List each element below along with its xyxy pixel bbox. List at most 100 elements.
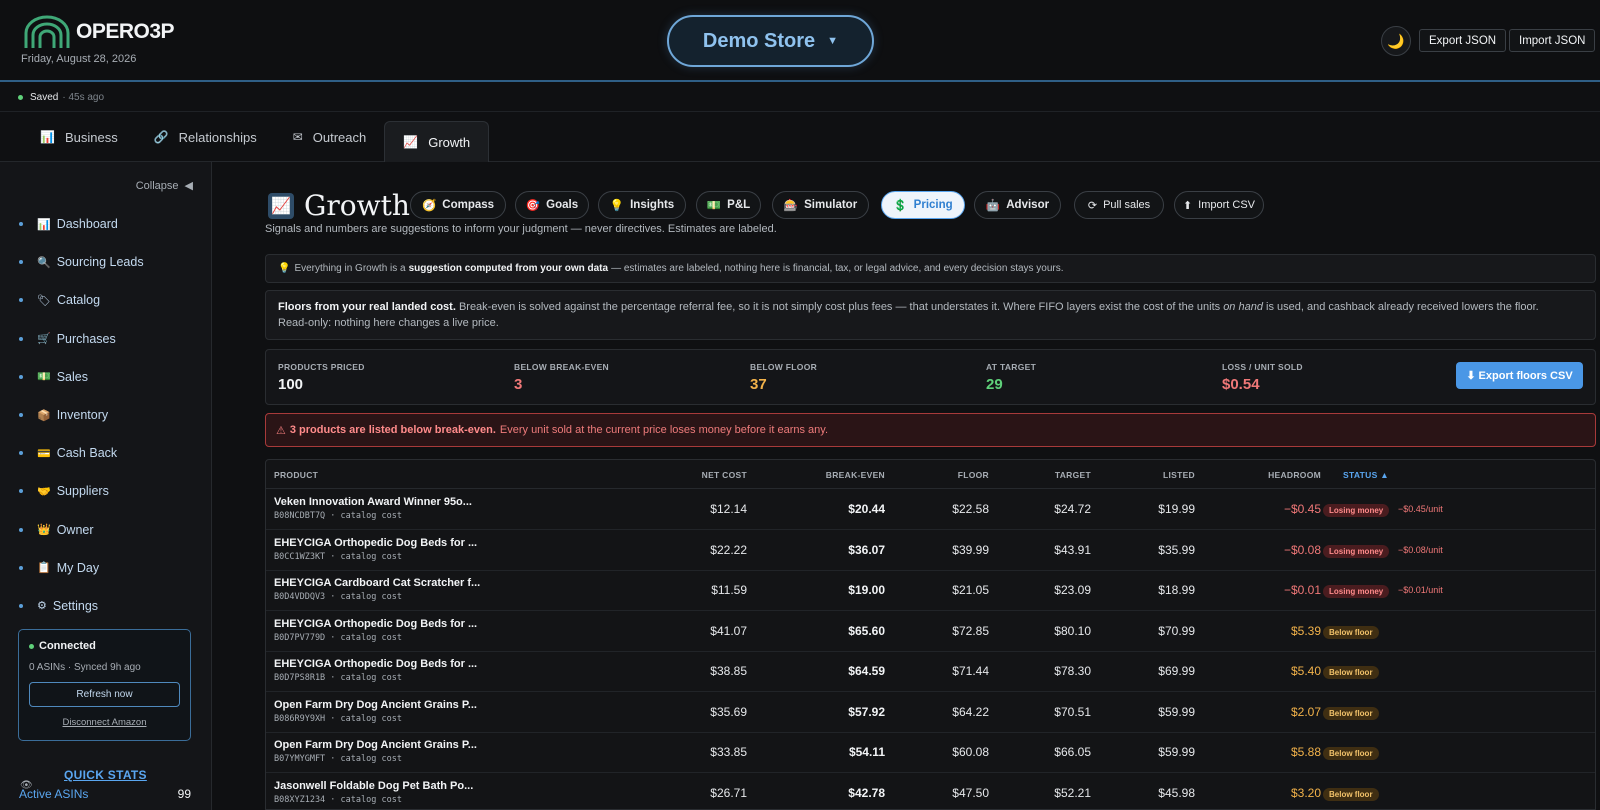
sidebar-item-sales[interactable]: 💵 Sales: [19, 358, 144, 396]
import-csv-button[interactable]: ⬆ Import CSV: [1174, 191, 1264, 219]
handshake-icon: 🤝: [37, 485, 51, 498]
sidebar-item-suppliers[interactable]: 🤝 Suppliers: [19, 472, 144, 510]
net-cost: $26.71: [710, 785, 747, 800]
main-tabs: 📊 Business 🔗 Relationships ✉ Outreach 📈 Grow…: [0, 112, 1600, 162]
trend-chart-icon: 📈: [403, 135, 419, 149]
target-price: $24.72: [1054, 502, 1091, 516]
col-status[interactable]: STATUS ▲: [1343, 470, 1389, 480]
brand-logo[interactable]: OPERO3P: [22, 15, 175, 49]
theme-toggle-moon-icon[interactable]: 🌙: [1381, 26, 1411, 56]
headroom: −$0.01: [1283, 583, 1321, 597]
product-name: Veken Innovation Award Winner 95o...: [274, 496, 472, 508]
product-name: EHEYCIGA Orthopedic Dog Beds for ...: [274, 536, 478, 549]
bullet-icon: [19, 603, 23, 608]
headroom: $5.88: [1290, 745, 1321, 759]
page-title-text: Growth: [304, 189, 410, 222]
sidebar-item-cash-back[interactable]: 💳 Cash Back: [19, 434, 144, 472]
col-net-cost[interactable]: NET COST: [702, 470, 747, 480]
import-json-button[interactable]: Import JSON: [1509, 29, 1596, 52]
sidebar-item-settings[interactable]: ⚙ Settings: [19, 587, 144, 625]
net-cost: $22.22: [710, 542, 747, 557]
connection-status: Connected: [29, 640, 180, 652]
target-price: $23.09: [1054, 583, 1091, 597]
headroom: $5.39: [1290, 623, 1321, 638]
quick-stats-title[interactable]: QUICK STATS: [64, 768, 147, 782]
sidebar-item-my-day[interactable]: 📋 My Day: [19, 549, 144, 587]
sidebar-item-sourcing-leads[interactable]: 🔍 Sourcing Leads: [19, 243, 144, 281]
sidebar-item-catalog[interactable]: 🏷 Catalog: [19, 281, 144, 319]
tab-relationships[interactable]: 🔗 Relationships: [136, 112, 275, 162]
bullet-icon: [19, 565, 23, 570]
sidebar-item-dashboard[interactable]: 📊 Dashboard: [19, 205, 144, 243]
compass-button[interactable]: 🧭 Compass: [410, 191, 506, 219]
net-cost: $41.07: [710, 623, 747, 638]
col-listed[interactable]: LISTED: [1163, 470, 1195, 480]
table-row[interactable]: EHEYCIGA Orthopedic Dog Beds for ... B0CC…: [266, 530, 1595, 571]
export-floors-csv-button[interactable]: ⬇ Export floors CSV: [1456, 362, 1583, 389]
sidebar-item-purchases[interactable]: 🛒 Purchases: [19, 320, 144, 358]
break-even: $19.00: [848, 583, 885, 597]
col-target[interactable]: TARGET: [1055, 470, 1091, 480]
table-row[interactable]: Open Farm Dry Dog Ancient Grains P... B07…: [266, 732, 1595, 773]
col-break-even[interactable]: BREAK-EVEN: [826, 470, 885, 480]
advisor-button[interactable]: 🤖 Advisor: [974, 191, 1061, 219]
status-badge: Losing money: [1323, 504, 1390, 517]
note-pre: Everything in Growth is a: [294, 263, 406, 274]
table-row[interactable]: EHEYCIGA Orthopedic Dog Beds for ... B0D7…: [266, 651, 1595, 692]
quick-stat-active-asins: Active ASINs 99: [19, 787, 191, 801]
stat-value: 99: [177, 787, 191, 801]
headroom: $3.20: [1290, 785, 1321, 800]
stat-at-target: AT TARGET 29: [986, 362, 1036, 393]
pill-label: Insights: [630, 199, 675, 211]
col-product[interactable]: PRODUCT: [274, 470, 318, 480]
store-selector[interactable]: Demo Store ▼: [667, 15, 874, 67]
product-asin: B07YMYGMFT · catalog cost: [274, 754, 402, 764]
tab-business[interactable]: 📊 Business: [22, 112, 136, 162]
net-cost: $12.14: [710, 502, 747, 516]
sidebar-item-owner[interactable]: 👑 Owner: [19, 511, 144, 549]
col-headroom[interactable]: HEADROOM: [1268, 470, 1321, 480]
loss-per-unit: −$0.08/unit: [1398, 544, 1443, 555]
table-row[interactable]: EHEYCIGA Cardboard Cat Scratcher f... B0D…: [266, 570, 1595, 611]
goals-button[interactable]: 🎯 Goals: [515, 191, 589, 219]
break-even: $20.44: [848, 502, 885, 516]
headroom: −$0.08: [1283, 542, 1321, 557]
table-row[interactable]: Open Farm Dry Dog Ancient Grains P... B08…: [266, 692, 1595, 733]
pricing-button[interactable]: 💲 Pricing: [881, 191, 965, 219]
envelope-icon: ✉: [292, 130, 303, 144]
col-floor[interactable]: FLOOR: [958, 470, 989, 480]
headroom: $2.07: [1290, 704, 1321, 719]
product-asin: B086R9Y9XH · catalog cost: [274, 713, 402, 724]
disconnect-amazon-link[interactable]: Disconnect Amazon: [29, 717, 180, 728]
note-post: — estimates are labeled, nothing here is…: [611, 263, 1064, 274]
refresh-now-button[interactable]: Refresh now: [29, 682, 180, 707]
table-row[interactable]: EHEYCIGA Orthopedic Dog Beds for ... B0D7…: [266, 611, 1595, 652]
trend-chart-icon: 📈: [268, 192, 294, 219]
floors-line1: Floors from your real landed cost. Break…: [278, 299, 1583, 315]
listed-price: $69.99: [1158, 664, 1195, 678]
simulator-button[interactable]: 🎰 Simulator: [772, 191, 869, 219]
status-badge: Losing money: [1323, 585, 1390, 598]
export-json-button[interactable]: Export JSON: [1419, 29, 1507, 52]
insights-button[interactable]: 💡 Insights: [598, 191, 686, 219]
floor-price: $22.58: [952, 502, 989, 516]
floors-text1: Break-even is solved against the percent…: [458, 301, 1221, 313]
collapse-button[interactable]: Collapse ◀: [136, 179, 193, 193]
sidebar-item-inventory[interactable]: 📦 Inventory: [19, 396, 144, 434]
floors-explainer: Floors from your real landed cost. Break…: [265, 290, 1596, 340]
table-row[interactable]: Jasonwell Foldable Dog Pet Bath Po... B08…: [266, 773, 1595, 810]
product-name: Open Farm Dry Dog Ancient Grains P...: [274, 739, 477, 751]
pull-sales-button[interactable]: ⟳ Pull sales: [1074, 191, 1164, 219]
status-badge: Below floor: [1323, 787, 1379, 801]
product-name: EHEYCIGA Cardboard Cat Scratcher f...: [274, 577, 481, 589]
pl-button[interactable]: 💵 P&L: [696, 191, 761, 219]
tab-growth[interactable]: 📈 Growth: [384, 121, 490, 162]
bullet-icon: [19, 489, 23, 494]
pricing-stats: PRODUCTS PRICED 100 BELOW BREAK-EVEN 3 BEL…: [265, 349, 1596, 405]
tab-outreach[interactable]: ✉ Outreach: [275, 112, 385, 162]
bar-chart-icon: 📊: [40, 130, 55, 144]
stat-value: 3: [514, 376, 523, 393]
status-dot-icon: [18, 95, 23, 100]
table-row[interactable]: Veken Innovation Award Winner 95o... B08N…: [266, 489, 1595, 530]
search-icon: 🔍: [37, 256, 51, 269]
